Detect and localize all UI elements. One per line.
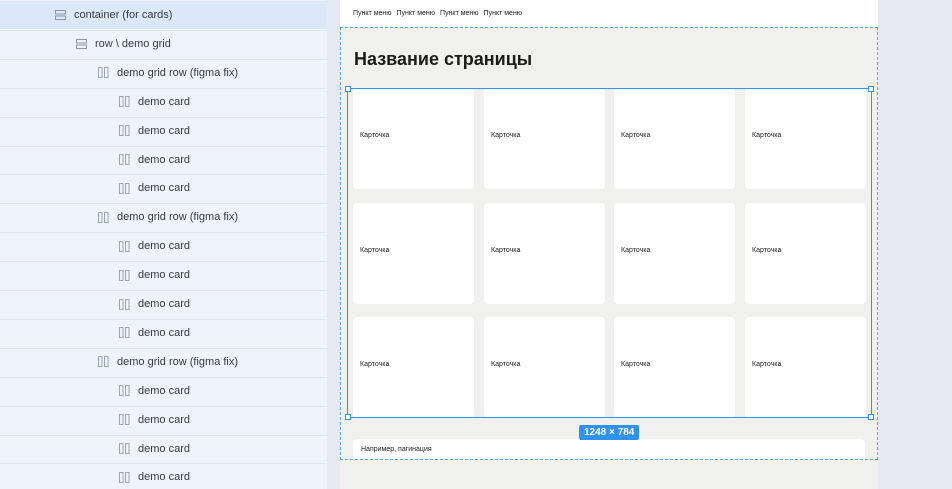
layer-row[interactable]: demo card [0, 232, 327, 260]
frame-columns-icon [118, 269, 130, 281]
layer-divider [0, 116, 327, 118]
pagination-placeholder: Например, пагинация [353, 439, 865, 461]
layer-row[interactable]: demo grid row (figma fix) [0, 203, 327, 231]
frame-columns-icon [118, 327, 130, 339]
layer-divider [0, 463, 327, 465]
frame-columns-icon [118, 414, 130, 426]
layer-row[interactable]: demo card [0, 463, 327, 489]
layer-label: demo card [138, 413, 190, 426]
layer-divider [0, 145, 327, 147]
layer-row[interactable]: demo grid row (figma fix) [0, 59, 327, 87]
page-title: Название страницы [354, 49, 533, 69]
layer-label: container (for cards) [74, 9, 173, 21]
frame-columns-icon [118, 443, 130, 455]
frame-columns-icon [97, 67, 109, 79]
layer-divider [0, 174, 327, 176]
layer-divider [0, 29, 327, 31]
frame-columns-icon [118, 96, 130, 108]
resize-handle-bottom-left[interactable] [345, 414, 351, 420]
frame-rows-icon [54, 9, 66, 21]
layer-divider [0, 318, 327, 320]
layer-divider [0, 405, 327, 407]
nav-item[interactable]: Пункт меню [484, 10, 523, 17]
size-badge: 1248 × 784 [579, 425, 640, 440]
layer-label: demo card [138, 269, 190, 282]
layer-divider [0, 376, 327, 378]
canvas[interactable]: Пункт меню Пункт меню Пункт меню Пункт меню… [327, 0, 952, 489]
layer-label: demo card [138, 153, 190, 166]
layer-label: demo grid row (figma fix) [117, 211, 239, 224]
layer-row[interactable]: demo card [0, 117, 327, 145]
layer-label: demo card [138, 240, 190, 253]
pagination-text: Например, пагинация [361, 446, 432, 453]
layer-row[interactable]: demo card [0, 261, 327, 289]
nav-item[interactable]: Пункт меню [397, 10, 436, 17]
resize-handle-top-right[interactable] [868, 86, 874, 92]
layer-divider [0, 232, 327, 234]
layer-label: demo grid row (figma fix) [117, 66, 239, 79]
frame-columns-icon [118, 385, 130, 397]
frame-columns-icon [118, 125, 130, 137]
layer-label: demo card [138, 326, 190, 339]
layer-divider [0, 58, 327, 60]
layer-row[interactable]: demo card [0, 319, 327, 347]
frame-columns-icon [97, 356, 109, 368]
layer-row[interactable]: demo card [0, 88, 327, 116]
layer-label: demo grid row (figma fix) [117, 355, 239, 368]
layer-row[interactable]: demo card [0, 174, 327, 202]
layer-divider [0, 87, 327, 89]
layer-label: demo card [138, 471, 190, 484]
layer-label: demo card [138, 384, 190, 397]
frame-columns-icon [118, 471, 130, 483]
layer-label: demo card [138, 298, 190, 310]
layer-row[interactable]: demo card [0, 146, 327, 174]
nav-item[interactable]: Пункт меню [353, 10, 392, 17]
frame-rows-icon [75, 38, 87, 50]
resize-handle-bottom-right[interactable] [868, 414, 874, 420]
layers-panel: container (for cards) row \ demo grid demo… [0, 0, 327, 489]
layer-row[interactable]: demo card [0, 290, 327, 318]
layer-row[interactable]: demo card [0, 377, 327, 405]
layer-divider [0, 434, 327, 436]
layer-row[interactable]: demo card [0, 435, 327, 463]
resize-handle-top-left[interactable] [345, 86, 351, 92]
layer-row[interactable]: demo card [0, 406, 327, 434]
selection-box[interactable] [345, 86, 874, 420]
layer-label: demo card [138, 124, 190, 137]
layer-label: demo card [138, 182, 190, 195]
frame-columns-icon [118, 240, 130, 252]
layer-row[interactable]: row \ demo grid [0, 30, 327, 58]
nav-item[interactable]: Пункт меню [440, 10, 479, 17]
layer-divider [0, 203, 327, 205]
frame-columns-icon [97, 211, 109, 223]
layer-row[interactable]: container (for cards) [0, 1, 327, 29]
layer-divider [0, 290, 327, 291]
frame-columns-icon [118, 298, 130, 310]
layer-label: demo card [138, 95, 190, 108]
layer-row[interactable]: demo grid row (figma fix) [0, 348, 327, 376]
frame-columns-icon [118, 154, 130, 166]
frame-columns-icon [118, 182, 130, 194]
layer-label: row \ demo grid [95, 37, 171, 50]
layer-divider [0, 347, 327, 349]
layer-label: demo card [138, 442, 190, 455]
top-navigation: Пункт меню Пункт меню Пункт меню Пункт меню [340, 0, 878, 27]
layer-divider [0, 261, 327, 263]
